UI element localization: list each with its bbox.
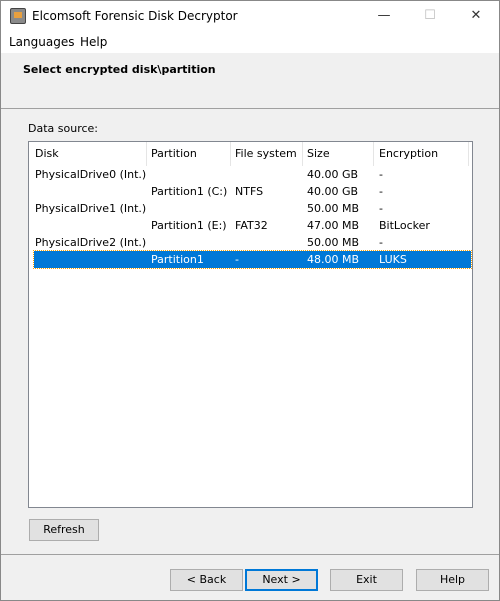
cell-encryption: - <box>379 202 383 215</box>
column-header-size[interactable]: Size <box>307 147 330 160</box>
cell-encryption: - <box>379 185 383 198</box>
menu-help[interactable]: Help <box>80 35 107 49</box>
cell-size: 50.00 MB <box>307 236 360 249</box>
table-row[interactable]: PhysicalDrive1 (Int.) 50.00 MB - <box>34 200 471 217</box>
footer-divider <box>1 554 499 555</box>
cell-partition: Partition1 (E:) <box>151 219 227 232</box>
main-window: Elcomsoft Forensic Disk Decryptor — ☐ ✕ … <box>0 0 500 601</box>
table-row[interactable]: Partition1 (E:) FAT32 47.00 MB BitLocker <box>34 217 471 234</box>
minimize-button[interactable]: — <box>369 5 399 27</box>
menu-bar: Languages Help <box>1 31 499 53</box>
table-row[interactable]: PhysicalDrive2 (Int.) 50.00 MB - <box>34 234 471 251</box>
table-row[interactable]: Partition1 (C:) NTFS 40.00 GB - <box>34 183 471 200</box>
cell-encryption: - <box>379 168 383 181</box>
wizard-header: Select encrypted disk\partition <box>1 53 499 109</box>
cell-disk: PhysicalDrive2 (Int.) <box>35 236 147 249</box>
title-bar: Elcomsoft Forensic Disk Decryptor — ☐ ✕ <box>1 1 499 31</box>
cell-encryption: BitLocker <box>379 219 430 232</box>
close-button[interactable]: ✕ <box>461 5 491 27</box>
cell-disk: PhysicalDrive1 (Int.) <box>35 202 147 215</box>
data-source-label: Data source: <box>28 122 98 135</box>
refresh-button[interactable]: Refresh <box>29 519 99 541</box>
app-disk-icon <box>10 8 26 24</box>
page-title: Select encrypted disk\partition <box>23 63 216 76</box>
cell-size: 40.00 GB <box>307 185 359 198</box>
table-row[interactable]: Partition1 - 48.00 MB LUKS <box>33 250 472 269</box>
maximize-button[interactable]: ☐ <box>415 5 445 27</box>
cell-encryption: LUKS <box>379 253 407 266</box>
help-button[interactable]: Help <box>416 569 489 591</box>
cell-file-system: FAT32 <box>235 219 268 232</box>
exit-button[interactable]: Exit <box>330 569 403 591</box>
cell-partition: Partition1 <box>151 253 204 266</box>
list-header: Disk Partition File system Size Encrypti… <box>29 142 472 166</box>
cell-encryption: - <box>379 236 383 249</box>
cell-partition: Partition1 (C:) <box>151 185 228 198</box>
column-header-disk[interactable]: Disk <box>35 147 59 160</box>
cell-size: 50.00 MB <box>307 202 360 215</box>
menu-languages[interactable]: Languages <box>9 35 74 49</box>
table-row[interactable]: PhysicalDrive0 (Int.) 40.00 GB - <box>34 166 471 183</box>
window-title: Elcomsoft Forensic Disk Decryptor <box>32 9 238 23</box>
disk-list[interactable]: Disk Partition File system Size Encrypti… <box>28 141 473 508</box>
column-header-file-system[interactable]: File system <box>235 147 297 160</box>
cell-size: 40.00 GB <box>307 168 359 181</box>
cell-disk: PhysicalDrive0 (Int.) <box>35 168 147 181</box>
column-header-partition[interactable]: Partition <box>151 147 197 160</box>
back-button[interactable]: < Back <box>170 569 243 591</box>
cell-file-system: NTFS <box>235 185 264 198</box>
column-header-encryption[interactable]: Encryption <box>379 147 438 160</box>
cell-size: 47.00 MB <box>307 219 360 232</box>
cell-size: 48.00 MB <box>307 253 360 266</box>
next-button[interactable]: Next > <box>245 569 318 591</box>
cell-file-system: - <box>235 253 239 266</box>
